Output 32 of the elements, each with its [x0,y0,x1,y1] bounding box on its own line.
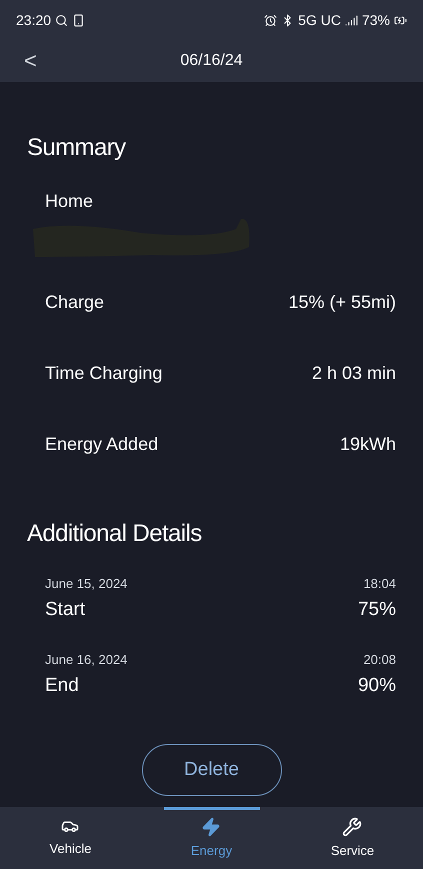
section-title: Additional Details [27,519,203,549]
event-date: June 16, 2024 [45,651,128,669]
location-label: Home [45,190,94,213]
back-button[interactable]: < [24,50,37,72]
event-date: June 15, 2024 [45,575,128,593]
row-label: Energy Added [45,433,158,456]
event-value: 75% [358,598,396,622]
event-value: 90% [358,674,396,698]
row-value: 15% (+ 55mi) [288,291,396,314]
nav-tab[interactable]: Energy [190,807,232,860]
clock-time: 23:20 [16,10,52,30]
event-time: 18:04 [363,575,396,593]
section-title: Summary [27,133,127,163]
signal-icon [344,14,358,26]
network-label: 5G UC [298,10,341,30]
row-label: Charge [45,291,104,314]
page-title: 06/16/24 [180,51,243,71]
row-label: Time Charging [45,362,162,385]
row-value: 19kWh [340,433,396,456]
tools-icon [342,817,362,837]
lightning-icon [201,817,222,837]
nav-tab[interactable]: Service [330,807,374,860]
event-time: 20:08 [363,651,396,669]
delete-button[interactable]: Delete [142,744,282,796]
battery-icon [394,14,407,26]
nav-tab[interactable]: Vehicle [50,807,92,858]
alarm-icon [264,14,278,26]
event-label: End [45,674,79,698]
row-value: 2 h 03 min [312,362,396,385]
phone-icon [72,14,86,26]
event-label: Start [45,598,86,622]
battery-percent: 73% [362,10,390,30]
